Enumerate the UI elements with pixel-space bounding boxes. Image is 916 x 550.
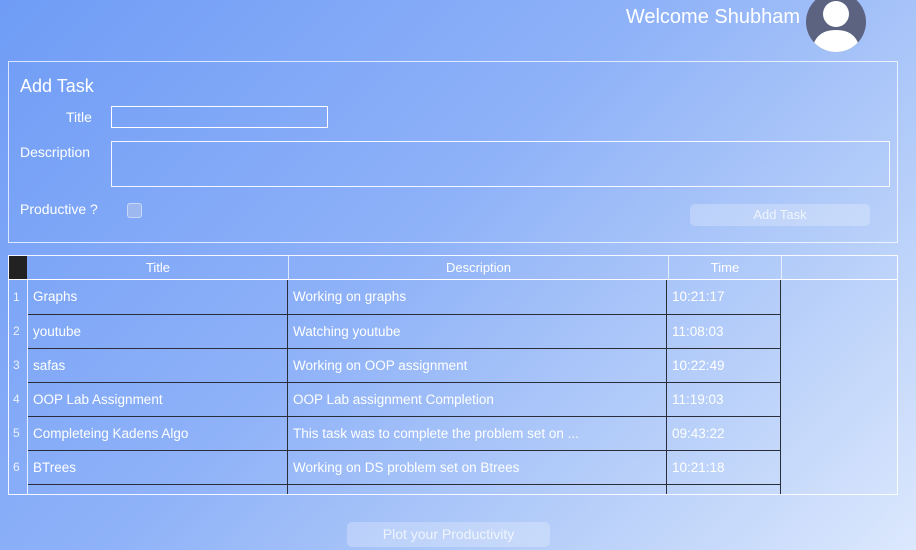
description-input[interactable] [111, 141, 890, 187]
add-task-panel: Add Task Title Description Productive ? … [8, 61, 898, 243]
row-number: 6 [13, 460, 20, 474]
table-corner [9, 256, 27, 279]
task-title-cell: safas [33, 358, 66, 373]
table-row[interactable]: BTrees Working on DS problem set on Btre… [28, 451, 780, 485]
task-time-cell: 10:21:18 [672, 460, 725, 475]
task-time-cell: 10:22:49 [672, 358, 725, 373]
column-header-title[interactable]: Title [28, 256, 289, 279]
row-number: 5 [13, 426, 20, 440]
column-header-description[interactable]: Description [289, 256, 669, 279]
row-number: 4 [13, 392, 20, 406]
user-silhouette-icon [812, 1, 860, 52]
avatar[interactable] [806, 0, 866, 52]
title-label: Title [66, 109, 92, 125]
task-description-cell: Working on graphs [293, 289, 407, 304]
description-label: Description [20, 144, 91, 160]
column-divider [780, 280, 781, 494]
add-task-heading: Add Task [20, 76, 94, 96]
task-title-cell: youtube [33, 324, 82, 339]
row-divider [28, 484, 780, 485]
row-number: 3 [13, 358, 20, 372]
task-time-cell: 10:21:17 [672, 289, 725, 304]
title-input[interactable] [111, 106, 328, 128]
task-description-cell: Watching youtube [293, 324, 401, 339]
task-title-cell: BTrees [33, 460, 77, 475]
task-description-cell: Working on DS problem set on Btrees [293, 460, 520, 475]
productive-label: Productive ? [20, 201, 98, 217]
row-number: 2 [13, 324, 20, 338]
task-description-cell: Working on OOP assignment [293, 358, 468, 373]
task-title-cell: Graphs [33, 289, 78, 304]
add-task-button[interactable]: Add Task [690, 204, 870, 226]
task-description-cell: This task was to complete the problem se… [293, 426, 579, 441]
task-time-cell: 09:43:22 [672, 426, 725, 441]
task-time-cell: 11:08:03 [672, 324, 724, 339]
table-row[interactable]: Completeing Kadens Algo This task was to… [28, 417, 780, 451]
table-row[interactable]: OOP Lab Assignment OOP Lab assignment Co… [28, 383, 780, 417]
table-row[interactable]: youtube Watching youtube 11:08:03 [28, 315, 780, 349]
column-header-time[interactable]: Time [669, 256, 782, 279]
task-title-cell: Completeing Kadens Algo [33, 426, 189, 441]
productive-checkbox[interactable] [127, 203, 142, 218]
plot-productivity-button[interactable]: Plot your Productivity [347, 522, 550, 547]
task-title-cell: OOP Lab Assignment [33, 392, 163, 407]
welcome-text: Welcome Shubham [625, 6, 800, 28]
table-row[interactable]: Graphs Working on graphs 10:21:17 [28, 280, 780, 314]
table-row[interactable]: safas Working on OOP assignment 10:22:49 [28, 349, 780, 383]
task-table: Title Description Time 1 Graphs Working … [8, 255, 898, 495]
task-description-cell: OOP Lab assignment Completion [293, 392, 494, 407]
task-time-cell: 11:19:03 [672, 392, 724, 407]
row-number: 1 [13, 290, 20, 304]
